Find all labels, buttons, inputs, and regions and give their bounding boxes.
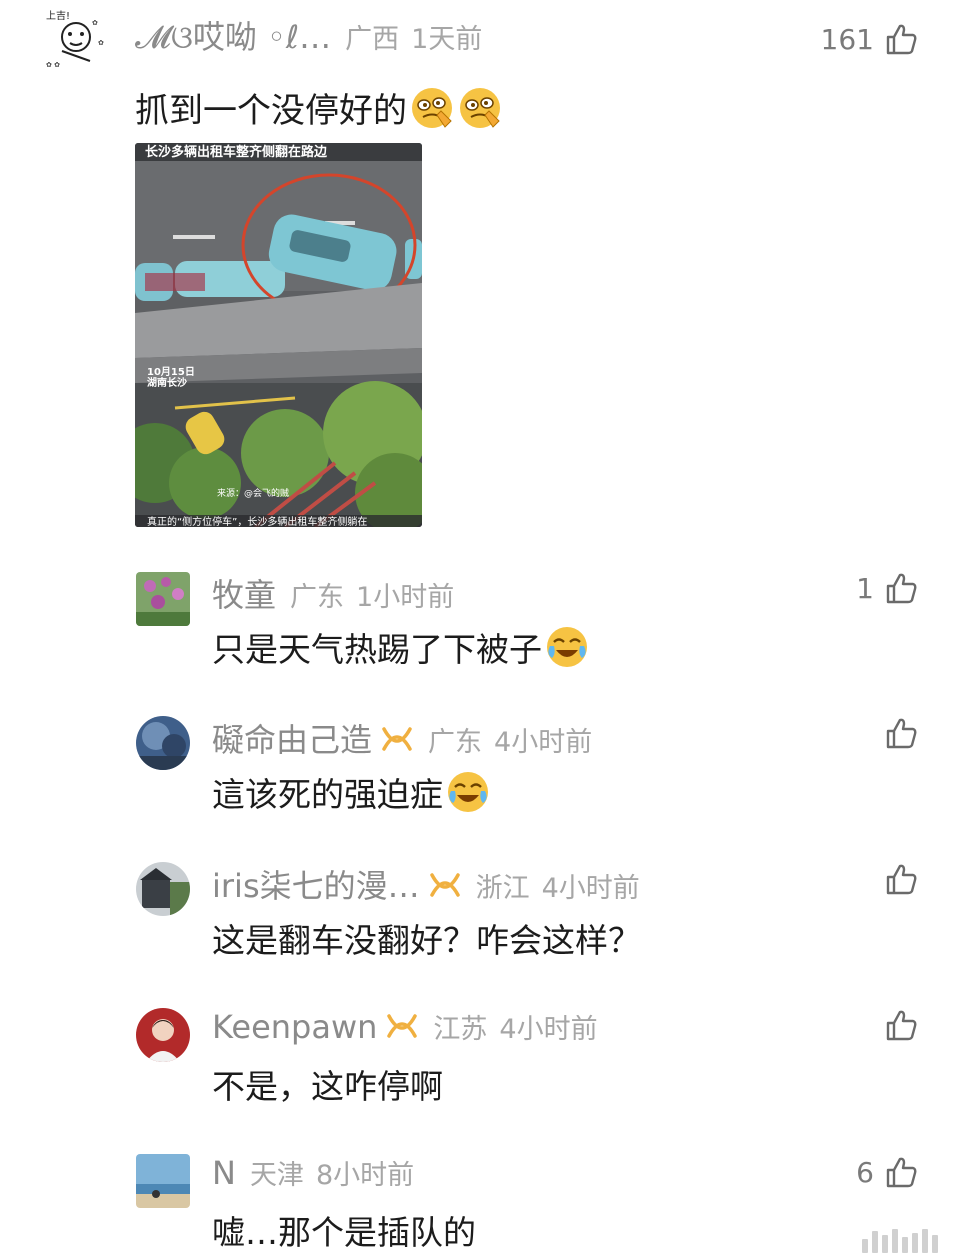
house-avatar-icon xyxy=(136,862,190,916)
svg-text:✿: ✿ xyxy=(92,19,98,27)
reply-avatar[interactable] xyxy=(136,1154,190,1208)
thumbs-up-icon xyxy=(886,24,917,55)
post-meta: 广西 1天前 xyxy=(345,17,482,56)
reply-header: iris柒七的漫… 浙江 4小时前 xyxy=(212,861,640,907)
post-time: 1天前 xyxy=(411,24,483,55)
post-like-button[interactable]: 161 xyxy=(821,22,918,56)
reply-avatar[interactable] xyxy=(136,862,190,916)
reply-avatar[interactable] xyxy=(136,716,190,770)
reply-time: 1小时前 xyxy=(356,582,455,613)
reply-username[interactable]: N xyxy=(212,1154,236,1192)
reply-time: 8小时前 xyxy=(315,1160,415,1191)
laugh-cry-emoji-icon xyxy=(547,627,587,667)
post-text: 抓到一个没停好的 xyxy=(135,83,503,132)
reply-region: 广东 xyxy=(428,727,483,758)
reply-text: 嘘…那个是插队的 xyxy=(212,1206,476,1254)
reply-text-content: 嘘…那个是插队的 xyxy=(212,1213,476,1252)
vip-badge-icon xyxy=(429,873,460,897)
reply-text: 只是天气热踢了下被子 xyxy=(212,623,590,671)
reply-text-content: 这是翻车没翻好？咋会这样？ xyxy=(212,921,641,960)
reply-like-button[interactable] xyxy=(884,862,918,896)
reply-region: 天津 xyxy=(249,1160,304,1191)
beach-avatar-icon xyxy=(136,1154,190,1208)
sky-avatar-icon xyxy=(136,716,190,770)
reply-time: 4小时前 xyxy=(499,1014,598,1045)
thumbs-up-icon xyxy=(886,718,917,749)
reply-header: 礙命由己造 广东 4小时前 xyxy=(212,715,592,761)
reply-text: 这是翻车没翻好？咋会这样？ xyxy=(212,914,641,962)
post-username[interactable]: 𝓜ଓ哎呦 ◦ℓ… xyxy=(135,12,331,58)
reply-region: 江苏 xyxy=(433,1014,488,1045)
svg-text:上吉!: 上吉! xyxy=(46,10,70,22)
reply-text: 不是，这咋停啊 xyxy=(212,1060,443,1108)
watermark-bars xyxy=(862,1229,938,1253)
post-region: 广西 xyxy=(345,24,400,55)
image-location-stamp: 湖南长沙 xyxy=(147,376,187,389)
reply-like-button[interactable]: 6 xyxy=(856,1155,918,1189)
thumbs-up-icon xyxy=(886,1157,917,1188)
post-image[interactable]: 长沙多辆出租车整齐侧翻在路边 10月15日 湖南长沙 来源：@会飞的贼 真正的“… xyxy=(135,143,422,527)
reply-time: 4小时前 xyxy=(494,727,593,758)
reply-like-button[interactable] xyxy=(884,716,918,750)
image-caption-top: 长沙多辆出租车整齐侧翻在路边 xyxy=(145,144,328,160)
image-source: 来源：@会飞的贼 xyxy=(217,487,289,499)
svg-text:✿ ✿: ✿ ✿ xyxy=(46,61,60,69)
reply-header: N 天津 8小时前 xyxy=(212,1153,414,1192)
reply-username[interactable]: Keenpawn xyxy=(212,1008,377,1046)
post-like-count: 161 xyxy=(820,22,874,56)
thumbs-up-icon xyxy=(886,573,917,604)
vip-badge-icon xyxy=(387,1014,418,1038)
reply-avatar[interactable] xyxy=(136,572,190,626)
reply-like-button[interactable]: 1 xyxy=(856,571,918,605)
reply-text-content: 這该死的强迫症 xyxy=(212,775,443,814)
post-text-content: 抓到一个没停好的 xyxy=(135,91,407,131)
reply-like-count: 1 xyxy=(856,571,874,605)
wince-emoji-icon xyxy=(460,87,500,128)
reply-username[interactable]: iris柒七的漫… xyxy=(212,861,420,907)
reply-region: 广东 xyxy=(290,582,345,613)
svg-text:✿: ✿ xyxy=(98,39,104,47)
laugh-cry-emoji-icon xyxy=(448,772,488,812)
wince-emoji-icon xyxy=(412,87,452,128)
reply-username[interactable]: 牧童 xyxy=(212,570,276,616)
reply-avatar[interactable] xyxy=(136,1008,190,1062)
vip-badge-icon xyxy=(382,727,412,751)
reply-text-content: 只是天气热踢了下被子 xyxy=(212,630,542,669)
person-avatar-icon xyxy=(136,1008,190,1062)
reply-time: 4小时前 xyxy=(541,873,640,904)
thumbs-up-icon xyxy=(886,864,917,895)
post-avatar[interactable]: 上吉! ✿ ✿ ✿ ✿ xyxy=(40,5,116,73)
reply-header: 牧童 广东 1小时前 xyxy=(212,570,454,616)
reply-text: 這该死的强迫症 xyxy=(212,768,491,816)
reply-username[interactable]: 礙命由己造 xyxy=(212,715,372,761)
reply-like-count: 6 xyxy=(856,1155,874,1189)
reply-header: Keenpawn 江苏 4小时前 xyxy=(212,1007,598,1046)
post-header: 𝓜ଓ哎呦 ◦ℓ… 广西 1天前 xyxy=(135,12,482,58)
reply-like-button[interactable] xyxy=(884,1008,918,1042)
reply-text-content: 不是，这咋停啊 xyxy=(212,1067,443,1106)
reply-region: 浙江 xyxy=(475,873,530,904)
image-date-stamp: 10月15日 xyxy=(147,366,195,378)
image-subtitle: 真正的“侧方位停车”，长沙多辆出租车整齐侧躺在 xyxy=(147,515,367,527)
thumbs-up-icon xyxy=(886,1010,917,1041)
flowers-avatar-icon xyxy=(136,572,190,626)
